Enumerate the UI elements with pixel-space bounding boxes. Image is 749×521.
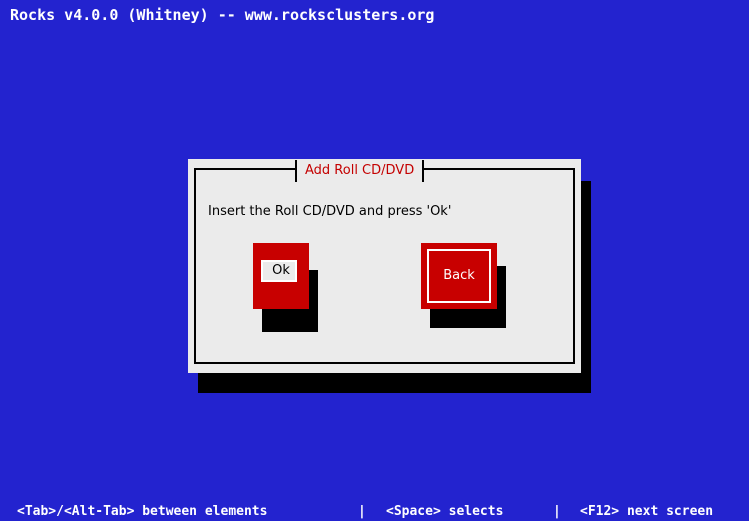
window-title: Rocks v4.0.0 (Whitney) -- www.rocksclust… — [10, 6, 435, 24]
dialog-frame — [194, 168, 575, 364]
installer-screen: Rocks v4.0.0 (Whitney) -- www.rocksclust… — [0, 0, 749, 521]
add-roll-dialog: Add Roll CD/DVD Insert the Roll CD/DVD a… — [188, 159, 581, 373]
status-hint-tab: <Tab>/<Alt-Tab> between elements — [17, 504, 268, 519]
status-hint-space: <Space> selects — [386, 504, 504, 519]
status-separator: | — [358, 504, 366, 519]
ok-button[interactable]: Ok — [253, 243, 309, 309]
status-separator: | — [553, 504, 561, 519]
status-hint-f12: <F12> next screen — [580, 504, 714, 519]
back-button-label: Back — [443, 268, 475, 283]
dialog-title: Add Roll CD/DVD — [295, 160, 425, 182]
status-bar: <Tab>/<Alt-Tab> between elements | <Spac… — [0, 502, 749, 521]
back-button[interactable]: Back — [421, 243, 497, 309]
ok-button-label: Ok — [272, 263, 290, 278]
dialog-message: Insert the Roll CD/DVD and press 'Ok' — [208, 204, 452, 219]
